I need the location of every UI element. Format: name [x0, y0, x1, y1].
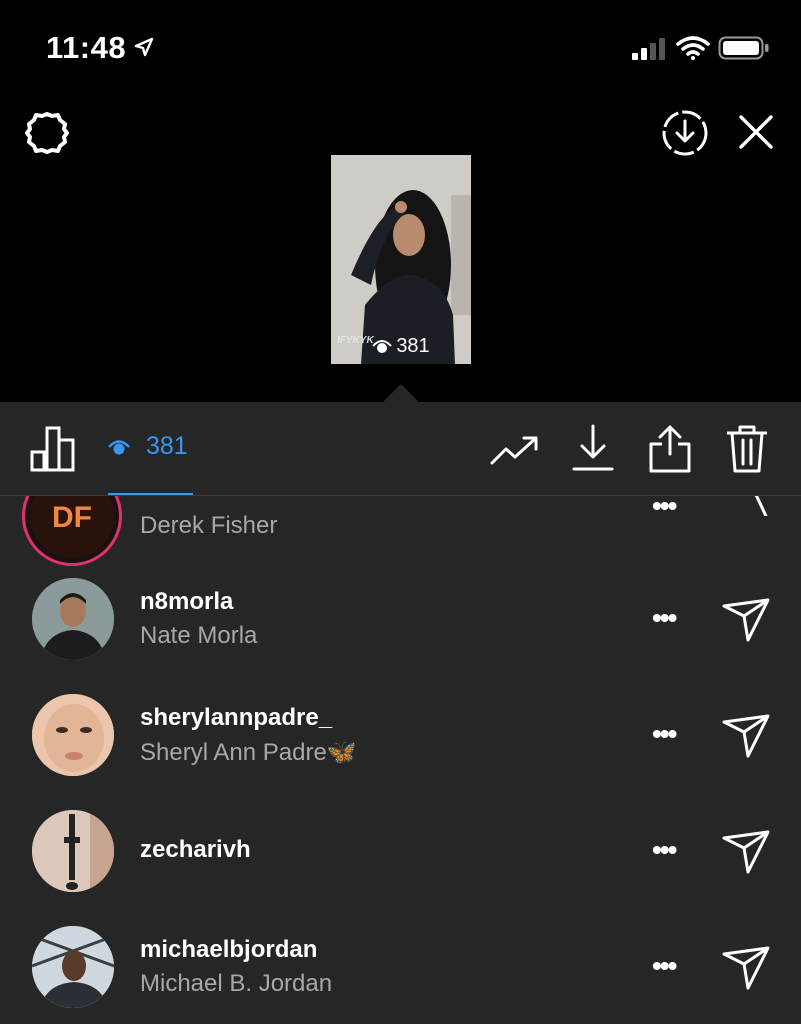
avatar[interactable] [32, 578, 114, 660]
avatar-photo [32, 694, 114, 776]
close-icon[interactable] [734, 110, 778, 154]
story-view-count: 381 [331, 335, 471, 358]
send-icon[interactable] [722, 830, 770, 874]
list-item[interactable]: michaelbjordan Michael B. Jordan ••• [0, 920, 801, 1024]
location-arrow-icon [134, 37, 154, 57]
svg-text:DF: DF [52, 501, 92, 534]
story-view-count-label: 381 [396, 335, 430, 357]
share-icon[interactable] [648, 424, 692, 474]
download-circle-icon[interactable] [660, 108, 710, 158]
list-item[interactable]: sherylannpadre_ Sheryl Ann Padre🦋 ••• [0, 688, 801, 804]
avatar[interactable] [32, 926, 114, 1008]
avatar-photo [32, 578, 114, 660]
list-item[interactable]: zecharivh ••• [0, 804, 801, 920]
story-photo [331, 155, 471, 364]
sheet-toolbar: 381 [0, 402, 801, 496]
send-icon[interactable] [722, 714, 770, 758]
viewer-username: sherylannpadre_ [140, 704, 333, 731]
story-thumbnail[interactable]: IFYKYK 381 [331, 155, 471, 364]
more-icon[interactable]: ••• [652, 834, 677, 866]
more-icon[interactable]: ••• [652, 602, 677, 634]
cellular-signal-icon [632, 38, 665, 60]
bar-chart-icon[interactable] [30, 426, 76, 472]
viewer-full-name: Sheryl Ann Padre🦋 [140, 739, 357, 766]
trash-icon[interactable] [725, 424, 769, 474]
download-icon[interactable] [572, 424, 614, 472]
tab-views[interactable]: 381 [108, 432, 188, 461]
more-icon[interactable]: ••• [652, 496, 677, 522]
avatar-photo [32, 810, 114, 892]
send-icon[interactable] [722, 496, 770, 516]
viewer-username: michaelbjordan [140, 936, 318, 963]
avatar[interactable] [32, 694, 114, 776]
viewer-username: n8morla [140, 588, 234, 615]
brand-logo-avatar: DF [30, 496, 114, 558]
more-icon[interactable]: ••• [652, 718, 677, 750]
views-count: 381 [146, 432, 188, 460]
viewers-sheet: 381 DF Derek Fisher ••• n8morla Nate Mor… [0, 402, 801, 1024]
viewer-username: zecharivh [140, 836, 251, 863]
avatar-photo [32, 926, 114, 1008]
send-icon[interactable] [722, 946, 770, 990]
avatar[interactable] [32, 810, 114, 892]
viewer-full-name: Derek Fisher [140, 512, 278, 539]
list-item[interactable]: n8morla Nate Morla ••• [0, 572, 801, 688]
eye-icon [372, 340, 393, 353]
avatar[interactable]: DF [22, 496, 122, 566]
status-bar: 11:48 [0, 0, 801, 96]
battery-icon [718, 36, 769, 60]
status-time: 11:48 [46, 30, 127, 65]
viewer-full-name: Michael B. Jordan [140, 970, 333, 997]
tab-views-indicator [108, 493, 193, 495]
sheet-pointer [383, 384, 419, 402]
wifi-icon [676, 36, 710, 60]
viewers-list: DF Derek Fisher ••• n8morla Nate Morla •… [0, 496, 801, 1024]
trending-icon[interactable] [490, 434, 540, 466]
viewer-full-name: Nate Morla [140, 622, 258, 649]
send-icon[interactable] [722, 598, 770, 642]
gear-icon[interactable] [22, 108, 72, 158]
eye-icon [108, 440, 130, 455]
list-item[interactable]: DF Derek Fisher ••• [0, 496, 801, 578]
more-icon[interactable]: ••• [652, 950, 677, 982]
